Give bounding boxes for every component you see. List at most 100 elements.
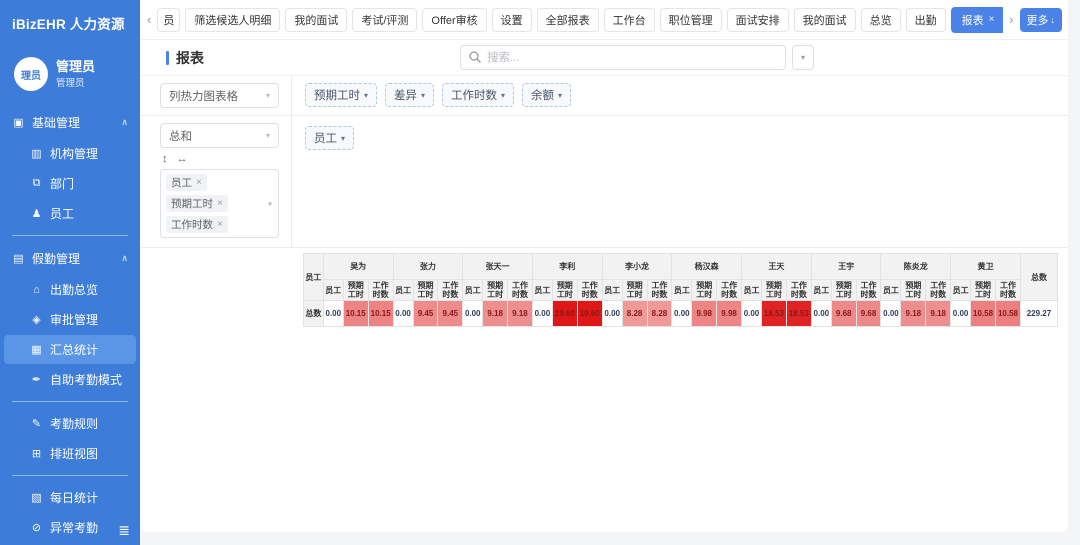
employee-name-header: 王宇: [810, 253, 882, 280]
heat-cell: 9.18: [900, 300, 927, 328]
user-profile[interactable]: 理员 管理员 管理员: [0, 43, 140, 107]
calendar-icon: ⊞: [31, 448, 42, 460]
arrow-down-icon: ↓: [1050, 14, 1056, 25]
sidebar-item-abnormal-attendance[interactable]: ⊘ 异常考勤: [4, 513, 136, 542]
measure-pill[interactable]: 预期工时 ▾: [305, 83, 378, 107]
sidebar-item-employee[interactable]: ♟ 员工: [4, 199, 136, 228]
caret-down-icon: ▾: [558, 90, 563, 100]
measure-pill[interactable]: 差异 ▾: [385, 83, 435, 107]
employee-name-header: 杨汉森: [671, 253, 742, 280]
sub-header: 预期工时: [621, 278, 648, 302]
app-brand: iBizEHR 人力资源: [12, 17, 125, 32]
sub-header: 工作时数: [785, 278, 812, 302]
heat-cell: 10.15: [342, 300, 369, 328]
home-icon: ⌂: [33, 283, 40, 296]
horizontal-sort-icon[interactable]: ↔: [177, 153, 188, 165]
tab-workbench[interactable]: 工作台: [603, 7, 655, 32]
tab-partial-tab[interactable]: 员: [157, 7, 181, 32]
chart-type-select[interactable]: 列热力图表格 ▾: [160, 83, 279, 108]
tab-offer-review[interactable]: Offer审核: [422, 7, 487, 32]
sub-header: 工作时数: [646, 278, 673, 302]
sidebar-item-daily-statistics[interactable]: ▧ 每日统计: [4, 483, 136, 512]
total-column-header: 总数: [1019, 252, 1059, 302]
aggregation-select[interactable]: 总和 ▾: [160, 123, 279, 148]
page-header: 报表 ▾: [140, 40, 1068, 76]
sidebar-item-self-attendance-mode[interactable]: ✒ 自助考勤模式: [4, 365, 136, 394]
heat-cell: 19.60: [551, 300, 578, 328]
heat-cell: 0.00: [601, 300, 623, 328]
heat-cell: 10.58: [970, 300, 996, 328]
sidebar-collapse-icon[interactable]: ≣: [118, 522, 130, 539]
user-role: 管理员: [56, 78, 85, 90]
sub-header: 工作时数: [855, 278, 882, 302]
bank-icon: ▥: [31, 148, 42, 160]
row-label: 总数: [303, 300, 324, 328]
heat-cell: 8.28: [621, 300, 648, 328]
sidebar-item-department[interactable]: ⧉ 部门: [4, 169, 136, 198]
sub-header: 员工: [880, 278, 902, 302]
field-tag: 工作时数 ×: [166, 216, 228, 233]
tab-position-management[interactable]: 职位管理: [659, 7, 722, 32]
search-dropdown-button[interactable]: ▾: [792, 45, 814, 70]
heat-cell: 8.28: [646, 300, 673, 328]
sub-header: 员工: [741, 278, 762, 302]
tabs-scroll-right-icon[interactable]: ›: [1008, 12, 1014, 27]
heat-cell: 9.45: [412, 300, 439, 328]
sidebar-item-org-management[interactable]: ▥ 机构管理: [4, 139, 136, 168]
tab-overview[interactable]: 总览: [860, 7, 901, 32]
employee-name-header: 王天: [741, 253, 812, 280]
heat-cell: 0.00: [741, 300, 762, 328]
field-tag: 员工 ×: [166, 174, 207, 191]
chevron-down-icon[interactable]: ▾: [268, 199, 272, 208]
caret-down-icon: ▾: [341, 133, 346, 143]
sub-header: 预期工时: [551, 278, 578, 302]
close-icon[interactable]: ×: [217, 198, 223, 209]
sidebar-item-summary-statistics[interactable]: ▦ 汇总统计: [4, 335, 136, 364]
sidebar-item-schedule-view[interactable]: ⊞ 排班视图: [4, 439, 136, 468]
vertical-sort-icon[interactable]: ↕: [162, 153, 168, 165]
sidebar-item-approval-management[interactable]: ◈ 审批管理: [4, 305, 136, 334]
heatmap-table: 员工 吴为 张力 张天一 李利 李小龙 杨汉森 王天 王宇 陈炎龙 黄卫 总数 员工 预期工时 工作时数 员工…: [303, 252, 1059, 328]
tab-attendance[interactable]: 出勤: [905, 7, 946, 32]
summary-report-icon: ▦: [31, 344, 42, 356]
chevron-down-icon: ▾: [265, 131, 270, 140]
tab-filter-candidates[interactable]: 筛选候选人明细: [185, 7, 281, 32]
field-tags-box[interactable]: 员工 × 预期工时 × 工作时数 × ▾: [160, 169, 279, 238]
user-name: 管理员: [56, 58, 96, 74]
tab-exam-evaluation[interactable]: 考试/评测: [352, 7, 418, 32]
caret-down-icon: ▾: [364, 90, 369, 100]
row-pill[interactable]: 员工 ▾: [305, 126, 355, 150]
employee-name-header: 吴为: [322, 253, 394, 280]
edit-icon: ✎: [31, 418, 42, 430]
sub-header: 预期工时: [970, 278, 996, 302]
sidebar-section-basic-management[interactable]: ▣ 基础管理 ∧: [0, 107, 140, 138]
tabs-scroll-left-icon[interactable]: ‹: [146, 12, 152, 27]
daily-stats-icon: ▧: [31, 492, 42, 504]
measure-pill[interactable]: 工作时数 ▾: [442, 83, 515, 107]
tab-report[interactable]: 报表 ×: [950, 6, 1004, 33]
divider: [12, 401, 128, 402]
tab-interview-schedule[interactable]: 面试安排: [726, 7, 789, 32]
sidebar-section-leave-management[interactable]: ▤ 假勤管理 ∧: [0, 243, 140, 274]
search-icon: [469, 51, 481, 63]
close-icon[interactable]: ×: [217, 219, 223, 230]
search-input[interactable]: [460, 45, 786, 70]
measure-pill[interactable]: 余额 ▾: [522, 83, 572, 107]
heat-cell: 9.18: [507, 300, 533, 328]
heat-cell: 9.68: [855, 300, 882, 328]
tab-all-reports[interactable]: 全部报表: [536, 7, 599, 32]
tab-my-interview-2[interactable]: 我的面试: [793, 7, 856, 32]
heat-cell: 9.68: [830, 300, 857, 328]
sidebar-item-attendance-overview[interactable]: ⌂ 出勤总览: [4, 275, 136, 304]
search-area: ▾: [460, 45, 814, 70]
more-tabs-button[interactable]: 更多 ↓: [1019, 7, 1062, 32]
sidebar-item-attendance-rules[interactable]: ✎ 考勤规则: [4, 409, 136, 438]
close-icon[interactable]: ×: [196, 177, 202, 188]
tab-my-interview-1[interactable]: 我的面试: [285, 7, 348, 32]
heat-cell: 9.18: [482, 300, 509, 328]
tab-settings[interactable]: 设置: [491, 7, 532, 32]
close-icon[interactable]: ×: [989, 14, 995, 25]
heat-cell: 0.00: [950, 300, 972, 328]
id-badge-icon: ▣: [13, 117, 24, 129]
heat-cell: 10.58: [995, 300, 1021, 328]
